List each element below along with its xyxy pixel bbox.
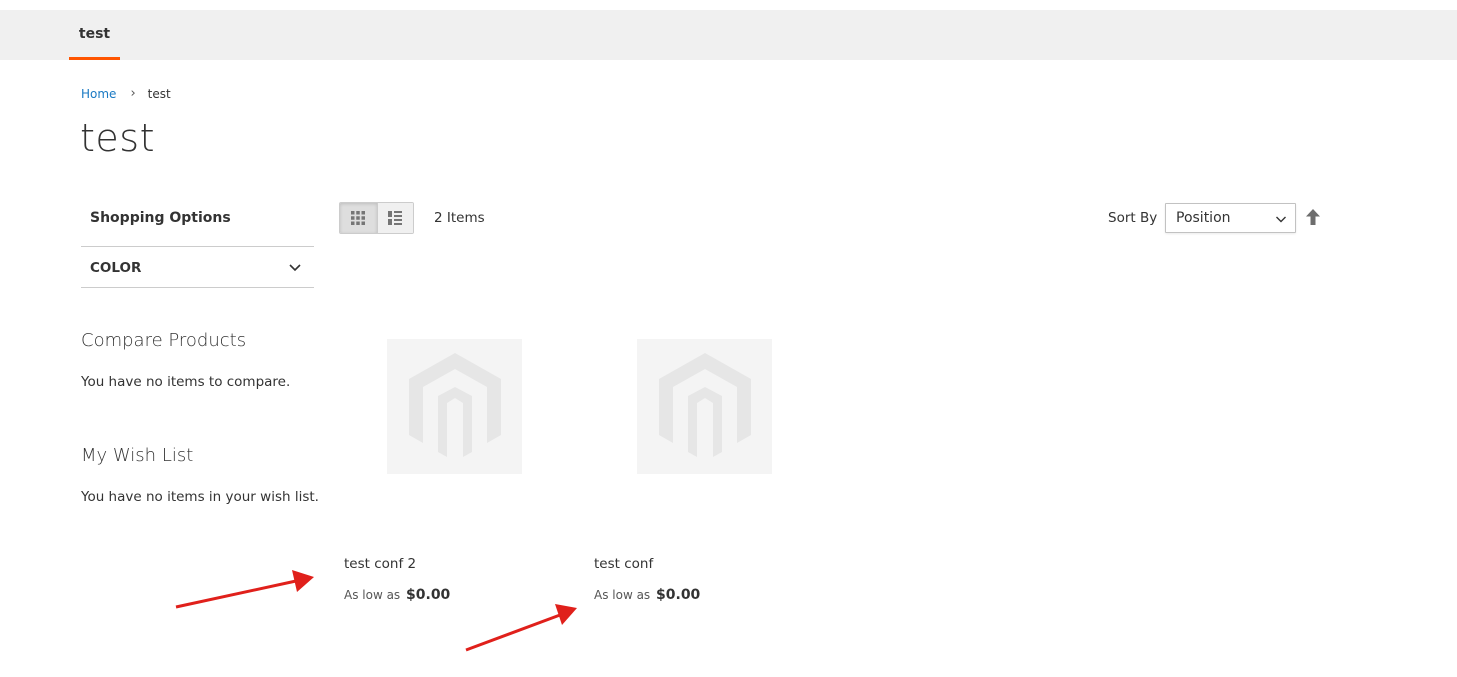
- sort-by-select[interactable]: Position: [1165, 203, 1296, 233]
- annotation-arrow-2: [465, 604, 577, 652]
- wishlist-empty-text: You have no items in your wish list.: [81, 489, 319, 505]
- annotation-arrow-1: [175, 570, 314, 609]
- price-label: As low as: [594, 588, 651, 602]
- view-mode-switch: [339, 202, 414, 234]
- product-name-link[interactable]: test conf: [594, 556, 653, 572]
- chevron-down-icon: [1276, 216, 1286, 223]
- sort-by-value: Position: [1176, 210, 1231, 226]
- shopping-options-title: Shopping Options: [90, 210, 231, 226]
- compare-products-title: Compare Products: [81, 330, 247, 351]
- arrow-up-icon[interactable]: [1305, 208, 1321, 226]
- breadcrumb-separator: ›: [130, 86, 136, 101]
- compare-empty-text: You have no items to compare.: [81, 374, 291, 390]
- breadcrumb: Home › test: [81, 86, 171, 101]
- price-amount: $0.00: [656, 587, 701, 603]
- chevron-down-icon: [289, 264, 301, 272]
- breadcrumb-home-link[interactable]: Home: [81, 87, 116, 101]
- price-label: As low as: [344, 588, 401, 602]
- items-count: 2 Items: [434, 210, 485, 226]
- breadcrumb-current: test: [147, 86, 171, 101]
- product-image-1[interactable]: [387, 339, 522, 474]
- grid-mode-button[interactable]: [340, 203, 377, 233]
- filter-color-label: COLOR: [90, 260, 142, 276]
- list-mode-button[interactable]: [376, 203, 413, 233]
- placeholder-logo-icon: [408, 352, 501, 457]
- list-icon: [388, 211, 403, 225]
- wishlist-title: My Wish List: [81, 445, 194, 466]
- sort-by-label: Sort By: [1108, 210, 1158, 226]
- grid-icon: [351, 211, 366, 225]
- top-nav-bar: test: [0, 10, 1457, 60]
- filter-color[interactable]: COLOR: [81, 246, 314, 288]
- nav-item-test[interactable]: test: [69, 10, 120, 60]
- product-name-link[interactable]: test conf 2: [344, 556, 416, 572]
- page-title: test: [80, 116, 155, 160]
- price-amount: $0.00: [406, 587, 451, 603]
- product-image-2[interactable]: [637, 339, 772, 474]
- placeholder-logo-icon: [658, 352, 751, 457]
- product-price: As low as $0.00: [344, 587, 450, 603]
- product-price: As low as $0.00: [594, 587, 700, 603]
